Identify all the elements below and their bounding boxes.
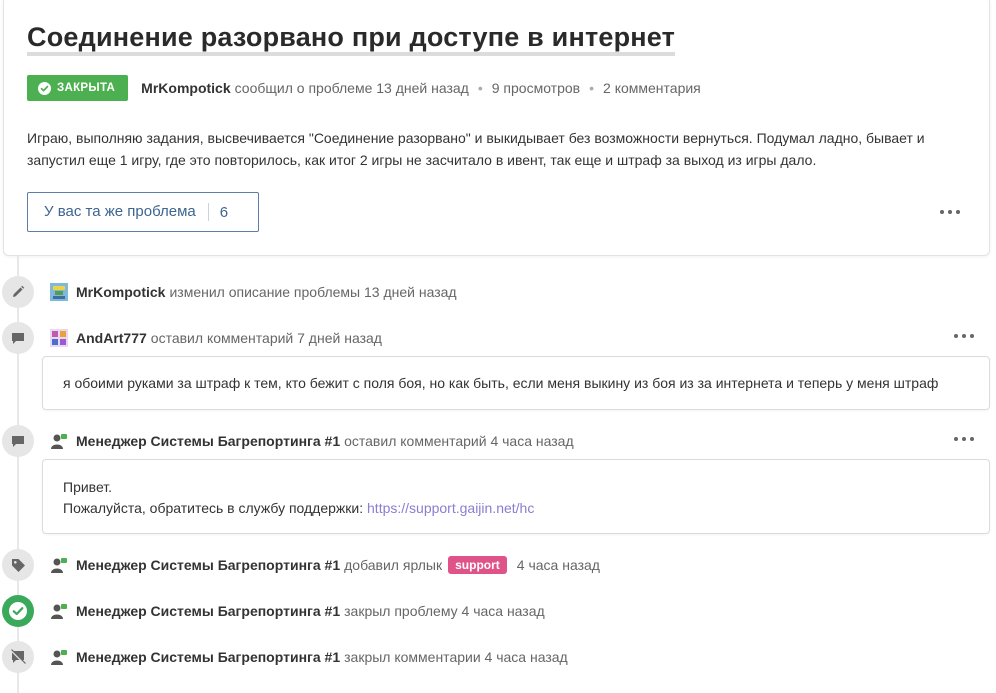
- comments-off-icon: [2, 641, 34, 673]
- more-options-icon[interactable]: [939, 207, 961, 217]
- check-circle-icon: [2, 595, 34, 627]
- author-link[interactable]: MrKompotick: [141, 80, 230, 96]
- comment-body: Привет. Пожалуйста, обратитесь в службу …: [42, 459, 990, 534]
- reported-text: сообщил о проблеме 13 дней назад: [234, 80, 469, 96]
- separator-dot: •: [589, 80, 595, 96]
- same-problem-button[interactable]: У вас та же проблема 6: [27, 192, 259, 232]
- comment-line: Пожалуйста, обратитесь в службу поддержк…: [63, 498, 969, 519]
- avatar[interactable]: [50, 602, 68, 620]
- event-user[interactable]: Менеджер Системы Багрепортинга #1: [76, 433, 340, 449]
- avatar[interactable]: [50, 329, 68, 347]
- event-user[interactable]: Менеджер Системы Багрепортинга #1: [76, 603, 340, 619]
- timeline-event: Менеджер Системы Багрепортинга #1 добави…: [50, 554, 600, 576]
- pencil-icon: [2, 276, 34, 308]
- status-badge-label: ЗАКРЫТА: [57, 82, 116, 94]
- comment-body: я обоими руками за штраф к тем, кто бежи…: [42, 356, 990, 410]
- issue-meta: ЗАКРЫТА MrKompotick сообщил о проблеме 1…: [27, 75, 701, 101]
- check-circle-icon: [38, 81, 51, 95]
- same-problem-label: У вас та же проблема: [28, 203, 209, 221]
- avatar[interactable]: [50, 283, 68, 301]
- avatar[interactable]: [50, 432, 68, 450]
- event-text: закрыл комментарии 4 часа назад: [344, 649, 568, 665]
- event-text: 4 часа назад: [516, 557, 600, 573]
- event-user[interactable]: Менеджер Системы Багрепортинга #1: [76, 557, 340, 573]
- timeline-event: AndArt777 оставил комментарий 7 дней наз…: [50, 327, 382, 349]
- event-text: закрыл проблему 4 часа назад: [344, 603, 545, 619]
- status-badge: ЗАКРЫТА: [27, 75, 129, 101]
- comment-text: Пожалуйста, обратитесь в службу поддержк…: [63, 500, 368, 516]
- event-text: оставил комментарий 4 часа назад: [344, 433, 574, 449]
- same-problem-count: 6: [219, 203, 229, 221]
- event-text: изменил описание проблемы 13 дней назад: [169, 284, 457, 300]
- issue-description: Играю, выполняю задания, высвечивается "…: [27, 130, 925, 168]
- views-count: 9 просмотров: [491, 80, 581, 96]
- event-text: добавил ярлык: [344, 557, 443, 573]
- support-link[interactable]: https://support.gaijin.net/hc: [367, 500, 534, 516]
- comment-icon: [2, 322, 34, 354]
- tag-icon: [2, 549, 34, 581]
- event-user[interactable]: MrKompotick: [76, 284, 165, 300]
- more-options-icon[interactable]: [953, 331, 975, 341]
- timeline-event: Менеджер Системы Багрепортинга #1 закрыл…: [50, 646, 568, 668]
- event-text: оставил комментарий 7 дней назад: [150, 330, 382, 346]
- comment-text: я обоими руками за штраф к тем, кто бежи…: [63, 374, 939, 391]
- comment-icon: [2, 425, 34, 457]
- avatar[interactable]: [50, 556, 68, 574]
- timeline-event: Менеджер Системы Багрепортинга #1 закрыл…: [50, 600, 545, 622]
- comment-line: Привет.: [63, 479, 113, 495]
- event-user[interactable]: AndArt777: [76, 330, 147, 346]
- more-options-icon[interactable]: [953, 434, 975, 444]
- separator-dot: •: [477, 80, 483, 96]
- timeline-event: Менеджер Системы Багрепортинга #1 остави…: [50, 430, 574, 452]
- issue-title: Соединение разорвано при доступе в интер…: [27, 22, 676, 52]
- label-support[interactable]: support: [448, 556, 507, 574]
- event-user[interactable]: Менеджер Системы Багрепортинга #1: [76, 649, 340, 665]
- timeline-event: MrKompotick изменил описание проблемы 13…: [50, 281, 457, 303]
- comments-count[interactable]: 2 комментария: [603, 80, 701, 96]
- avatar[interactable]: [50, 648, 68, 666]
